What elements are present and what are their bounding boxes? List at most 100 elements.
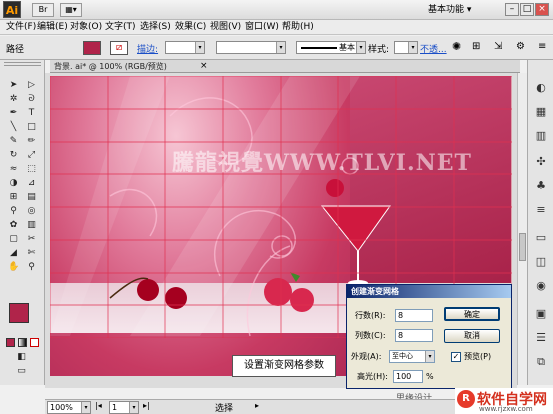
transform-icon[interactable]: ⇲	[494, 41, 502, 52]
drawing-mode-icon[interactable]: ◧	[16, 352, 27, 363]
rotate-tool-icon[interactable]: ↻	[8, 150, 19, 161]
line-tool-icon[interactable]: ╲	[8, 122, 19, 133]
cancel-button[interactable]: 取消	[444, 329, 500, 343]
menu-file[interactable]: 文件(F)	[6, 21, 36, 34]
stroke-label[interactable]: 描边:	[137, 42, 158, 55]
scissors-icon[interactable]: ✄	[26, 248, 37, 259]
symbol-sprayer-icon[interactable]: ✿	[8, 220, 19, 231]
opacity-label[interactable]: 不透...	[420, 42, 447, 55]
variable-width-select[interactable]: ▾	[216, 41, 286, 54]
appearance-value: 至中心	[392, 352, 413, 360]
status-arrow-icon[interactable]: ▸	[255, 401, 259, 410]
close-icon[interactable]: ×	[535, 3, 549, 16]
workspace-switcher[interactable]: 基本功能 ▾	[428, 3, 478, 17]
panel-menu-icon[interactable]: ≡	[538, 41, 546, 52]
free-transform-icon[interactable]: ⬚	[26, 164, 37, 175]
paintbrush-icon[interactable]: ✎	[8, 136, 19, 147]
shape-builder-icon[interactable]: ◑	[8, 178, 19, 189]
highlight-input[interactable]: 100	[393, 370, 423, 383]
align-icon[interactable]: ⊞	[472, 41, 480, 52]
appearance-icon[interactable]: ◉	[533, 278, 549, 294]
tab-close-icon[interactable]: ×	[200, 60, 208, 73]
color-guide-icon[interactable]: ▦	[533, 104, 549, 120]
control-bar: 路径 ⧄ 描边: ▾ ▾ 基本 ▾ 样式: ▾ 不透... ✺ ⊞ ⇲ ⚙ ≡	[0, 36, 553, 60]
stroke-weight-select[interactable]: ▾	[165, 41, 205, 54]
color-panel-icon[interactable]: ◐	[533, 80, 549, 96]
magic-wand-icon[interactable]: ✲	[8, 94, 19, 105]
zoom-select[interactable]: 100% ▾	[47, 401, 91, 414]
warp-tool-icon[interactable]: ≈	[8, 164, 19, 175]
arrange-documents-button[interactable]: ▦▾	[60, 3, 82, 17]
hand-tool-icon[interactable]: ✋	[8, 262, 19, 273]
transparency-icon[interactable]: ◫	[533, 254, 549, 270]
slice-tool-icon[interactable]: ✂	[26, 234, 37, 245]
document-tab-title: 背景. ai* @ 100% (RGB/预览)	[54, 62, 167, 71]
maximize-icon[interactable]: □	[520, 3, 534, 16]
menu-view[interactable]: 视图(V)	[210, 21, 241, 34]
menu-window[interactable]: 窗口(W)	[245, 21, 279, 34]
vertical-scrollbar[interactable]	[517, 73, 527, 385]
color-mode-button[interactable]	[6, 338, 15, 347]
minimize-icon[interactable]: –	[505, 3, 519, 16]
layers-icon[interactable]: ☰	[533, 330, 549, 346]
stroke-panel-icon[interactable]: ≡	[533, 202, 549, 218]
create-gradient-mesh-dialog: 创建渐变网格 行数(R): 8 列数(C): 8 外观(A): 至中心 ▾ 高光(…	[346, 284, 512, 389]
fill-swatch[interactable]	[83, 41, 101, 55]
type-tool-icon[interactable]: T	[26, 108, 37, 119]
mesh-tool-icon[interactable]: ⊞	[8, 192, 19, 203]
preview-checkbox[interactable]: ✓	[451, 352, 461, 362]
panel-grip[interactable]	[4, 62, 41, 66]
graph-tool-icon[interactable]: ▥	[26, 220, 37, 231]
menu-type[interactable]: 文字(T)	[105, 21, 136, 34]
pencil-icon[interactable]: ✏	[26, 136, 37, 147]
gradient-panel-icon[interactable]: ▭	[533, 230, 549, 246]
brushes-icon[interactable]: ✣	[533, 154, 549, 170]
eyedropper-icon[interactable]: ⚲	[8, 206, 19, 217]
brush-definition-select[interactable]: 基本 ▾	[296, 41, 366, 54]
columns-label: 列数(C):	[355, 331, 386, 340]
lasso-icon[interactable]: ᘐ	[26, 94, 37, 105]
rows-input[interactable]: 8	[395, 309, 433, 322]
tools-panel: ➤ ▷ ✲ ᘐ ✒ T ╲ □ ✎ ✏ ↻ ⤢ ≈ ⬚ ◑ ⊿ ⊞ ▤ ⚲ ◎ …	[0, 60, 45, 385]
rectangle-tool-icon[interactable]: □	[26, 122, 37, 133]
direct-selection-tool-icon[interactable]: ▷	[26, 80, 37, 91]
perspective-grid-icon[interactable]: ⊿	[26, 178, 37, 189]
scrollbar-thumb[interactable]	[519, 233, 526, 261]
appearance-select[interactable]: 至中心 ▾	[389, 350, 435, 363]
menu-effect[interactable]: 效果(C)	[175, 21, 206, 34]
scale-tool-icon[interactable]: ⤢	[26, 150, 37, 161]
first-artboard-icon[interactable]: |◂	[95, 401, 102, 410]
columns-input[interactable]: 8	[395, 329, 433, 342]
recolor-icon[interactable]: ✺	[452, 40, 461, 53]
none-mode-button[interactable]	[30, 338, 39, 347]
menu-edit[interactable]: 编辑(E)	[37, 21, 68, 34]
document-tab[interactable]: 背景. ai* @ 100% (RGB/预览) ×	[50, 60, 520, 73]
symbols-icon[interactable]: ♣	[533, 178, 549, 194]
artboards-icon[interactable]: ⧉	[533, 354, 549, 370]
artboard-select[interactable]: 1 ▾	[109, 401, 139, 414]
graphic-styles-icon[interactable]: ▣	[533, 306, 549, 322]
gradient-tool-icon[interactable]: ▤	[26, 192, 37, 203]
gradient-mode-button[interactable]	[18, 338, 27, 347]
swatches-icon[interactable]: ▥	[533, 128, 549, 144]
screen-mode-icon[interactable]: ▭	[16, 366, 27, 377]
fill-color-box[interactable]	[9, 303, 29, 323]
artboard-tool-icon[interactable]: ▢	[8, 234, 19, 245]
blend-tool-icon[interactable]: ◎	[26, 206, 37, 217]
eraser-icon[interactable]: ◢	[8, 248, 19, 259]
pen-tool-icon[interactable]: ✒	[8, 108, 19, 119]
graphic-style-select[interactable]: ▾	[394, 41, 418, 54]
site-logo: R 软件自学网 www.rjzxw.com	[455, 388, 553, 414]
menu-select[interactable]: 选择(S)	[140, 21, 171, 34]
menu-help[interactable]: 帮助(H)	[282, 21, 314, 34]
zoom-value: 100%	[50, 403, 73, 412]
ok-button[interactable]: 确定	[444, 307, 500, 321]
dialog-title[interactable]: 创建渐变网格	[347, 285, 511, 298]
gear-icon[interactable]: ⚙	[516, 41, 525, 52]
menu-object[interactable]: 对象(O)	[70, 21, 102, 34]
bridge-button[interactable]: Br	[32, 3, 54, 17]
selection-tool-icon[interactable]: ➤	[8, 80, 19, 91]
zoom-tool-icon[interactable]: ⚲	[26, 262, 37, 273]
stroke-swatch[interactable]: ⧄	[110, 41, 128, 55]
next-artboard-icon[interactable]: ▸|	[143, 401, 150, 410]
